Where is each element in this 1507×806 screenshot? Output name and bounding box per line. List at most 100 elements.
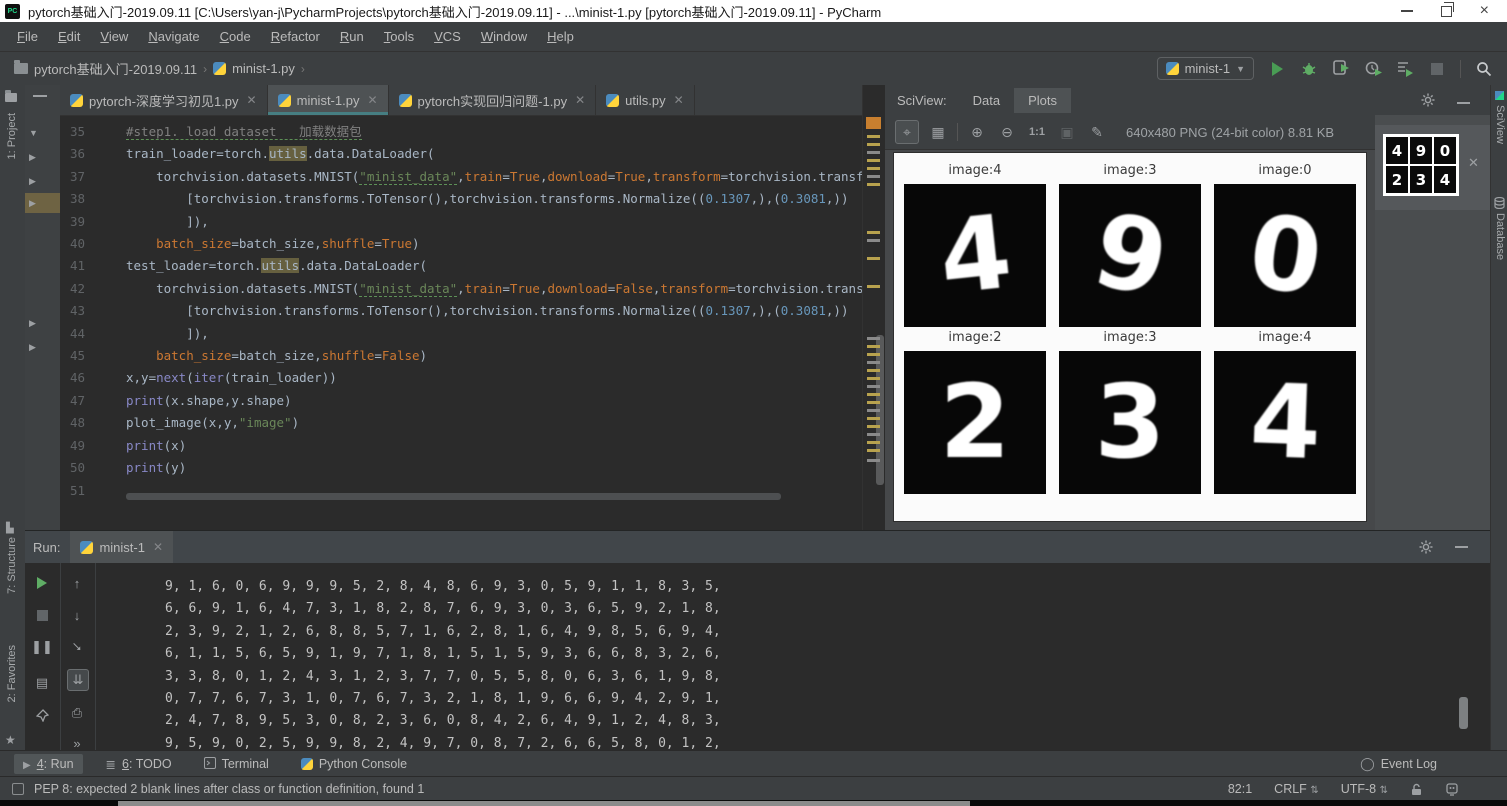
actual-size-icon[interactable]: 1:1 bbox=[1026, 121, 1048, 143]
menu-item-run[interactable]: Run bbox=[331, 26, 373, 47]
print-icon[interactable]: ⎙ bbox=[67, 703, 87, 723]
run-button[interactable] bbox=[1268, 60, 1286, 78]
editor-error-stripe[interactable] bbox=[862, 85, 886, 530]
tool-tab-sciview[interactable]: SciView bbox=[1494, 105, 1506, 144]
close-tab-icon[interactable]: ✕ bbox=[367, 93, 377, 107]
hide-panel-icon[interactable] bbox=[1455, 546, 1468, 548]
close-window-icon[interactable]: × bbox=[1480, 5, 1489, 17]
down-stack-trace-icon[interactable]: ↓ bbox=[67, 605, 87, 625]
menu-item-view[interactable]: View bbox=[91, 26, 137, 47]
close-tab-icon[interactable]: ✕ bbox=[575, 93, 585, 107]
console-scrollbar[interactable] bbox=[1459, 697, 1468, 729]
fit-to-view-icon[interactable]: ⌖ bbox=[895, 120, 919, 144]
navigation-bar: pytorch基础入门-2019.09.11 › minist-1.py › m… bbox=[0, 52, 1507, 86]
tool-tab-favorites[interactable]: 2: Favorites bbox=[6, 645, 18, 702]
close-tab-icon[interactable]: ✕ bbox=[247, 93, 257, 107]
lock-icon[interactable] bbox=[1410, 783, 1423, 796]
zoom-out-icon[interactable]: ⊖ bbox=[996, 121, 1018, 143]
inspections-hector-icon[interactable] bbox=[1445, 783, 1459, 796]
close-plot-icon[interactable]: ✕ bbox=[1468, 155, 1479, 171]
editor-horizontal-scrollbar[interactable] bbox=[126, 493, 781, 500]
code-token: 0.3081 bbox=[781, 303, 826, 318]
tool-window-button-run[interactable]: ▶4: Run bbox=[14, 754, 83, 774]
caret-position[interactable]: 82:1 bbox=[1228, 782, 1252, 796]
code-token: .data.DataLoader( bbox=[299, 258, 427, 273]
menu-item-window[interactable]: Window bbox=[472, 26, 536, 47]
gear-icon[interactable] bbox=[1421, 93, 1435, 107]
plot-thumbnail[interactable]: 490234 bbox=[1383, 134, 1459, 196]
hide-panel-icon[interactable] bbox=[33, 95, 47, 97]
code-editor[interactable]: 35#step1. load dataset 加载数据包36train_load… bbox=[60, 115, 862, 536]
tool-window-button-terminal[interactable]: Terminal bbox=[195, 754, 278, 775]
code-token: "minist_data" bbox=[359, 169, 457, 185]
code-token: True bbox=[615, 169, 645, 184]
menu-item-file[interactable]: File bbox=[8, 26, 47, 47]
pycharm-window: PC pytorch基础入门-2019.09.11 [C:\Users\yan-… bbox=[0, 0, 1507, 806]
stripe-mark bbox=[867, 425, 880, 428]
editor-tab[interactable]: minist-1.py✕ bbox=[268, 85, 389, 115]
menu-item-code[interactable]: Code bbox=[211, 26, 260, 47]
breadcrumb-project[interactable]: pytorch基础入门-2019.09.11 bbox=[14, 59, 197, 78]
plot-canvas[interactable]: image:44image:39image:00image:22image:33… bbox=[893, 152, 1367, 522]
gear-icon[interactable] bbox=[1419, 540, 1433, 554]
project-tree-node[interactable]: ▶ bbox=[25, 337, 60, 357]
minimize-window-icon[interactable] bbox=[1401, 10, 1413, 13]
editor-tab[interactable]: pytorch实现回归问题-1.py✕ bbox=[389, 85, 597, 115]
menu-item-edit[interactable]: Edit bbox=[49, 26, 89, 47]
menu-item-refactor[interactable]: Refactor bbox=[262, 26, 329, 47]
rerun-button[interactable] bbox=[32, 573, 52, 593]
event-log-button[interactable]: ◯ Event Log bbox=[1360, 756, 1507, 772]
tool-window-button-todo[interactable]: ≣6: TODO bbox=[97, 754, 181, 775]
run-with-coverage-button[interactable] bbox=[1332, 60, 1350, 78]
project-tree-node[interactable]: ▶ bbox=[25, 171, 60, 191]
tab-plots[interactable]: Plots bbox=[1014, 88, 1071, 113]
close-tab-icon[interactable]: ✕ bbox=[153, 540, 163, 554]
line-ending-selector[interactable]: CRLF ⇅ bbox=[1274, 782, 1319, 796]
run-tab[interactable]: minist-1 ✕ bbox=[70, 531, 173, 563]
edit-pen-icon[interactable]: ✎ bbox=[1086, 121, 1108, 143]
editor-tab[interactable]: utils.py✕ bbox=[596, 85, 695, 115]
encoding-selector[interactable]: UTF-8 ⇅ bbox=[1341, 782, 1388, 796]
checkbox-icon[interactable]: ▣ bbox=[1056, 121, 1078, 143]
stop-button[interactable] bbox=[32, 605, 52, 625]
project-tree-node[interactable]: ▼ bbox=[25, 123, 60, 143]
restore-layout-button[interactable]: ▤ bbox=[32, 673, 52, 693]
menu-item-help[interactable]: Help bbox=[538, 26, 583, 47]
run-console-output[interactable]: 9, 1, 6, 0, 6, 9, 9, 9, 5, 2, 8, 4, 8, 6… bbox=[95, 563, 1490, 764]
tool-tab-project[interactable]: 1: Project bbox=[6, 113, 18, 159]
tool-tab-structure[interactable]: 7: Structure bbox=[6, 537, 18, 594]
profile-button[interactable] bbox=[1364, 60, 1382, 78]
close-tab-icon[interactable]: ✕ bbox=[674, 93, 684, 107]
run-configuration-selector[interactable]: minist-1 ▼ bbox=[1157, 57, 1254, 80]
zoom-in-icon[interactable]: ⊕ bbox=[966, 121, 988, 143]
soft-wrap-icon[interactable]: ⇊ bbox=[67, 669, 89, 691]
tool-window-button-pythonconsole[interactable]: Python Console bbox=[292, 754, 416, 774]
gallery-selected-item[interactable]: 490234 ✕ bbox=[1375, 125, 1490, 210]
project-tree-node[interactable]: ▶ bbox=[25, 313, 60, 333]
grid-view-icon[interactable]: ▦ bbox=[927, 121, 949, 143]
restore-window-icon[interactable] bbox=[1441, 6, 1452, 17]
code-token: next bbox=[156, 370, 186, 385]
breadcrumb-file[interactable]: minist-1.py bbox=[213, 61, 295, 76]
menu-item-tools[interactable]: Tools bbox=[375, 26, 423, 47]
code-token: print bbox=[126, 438, 164, 453]
stop-button[interactable] bbox=[1428, 60, 1446, 78]
pause-output-button[interactable]: ❚❚ bbox=[32, 637, 52, 657]
search-everywhere-button[interactable] bbox=[1475, 60, 1493, 78]
debug-button[interactable] bbox=[1300, 60, 1318, 78]
menu-item-navigate[interactable]: Navigate bbox=[139, 26, 208, 47]
tab-data[interactable]: Data bbox=[959, 88, 1014, 113]
pin-tab-button[interactable] bbox=[32, 705, 52, 725]
project-tree-node[interactable]: ▶ bbox=[25, 147, 60, 167]
code-token: =torchvision.transforms.Compose( bbox=[721, 169, 862, 184]
hide-panel-icon[interactable] bbox=[1457, 102, 1470, 104]
menu-item-vcs[interactable]: VCS bbox=[425, 26, 470, 47]
editor-tab[interactable]: pytorch-深度学习初见1.py✕ bbox=[60, 85, 268, 115]
tool-tab-database[interactable]: Database bbox=[1494, 213, 1506, 260]
up-stack-trace-icon[interactable]: ↑ bbox=[67, 573, 87, 593]
run-anything-button[interactable] bbox=[1396, 60, 1414, 78]
scroll-to-end-icon[interactable]: ⭨ bbox=[67, 637, 87, 657]
stripe-mark bbox=[867, 143, 880, 146]
project-tree-node[interactable]: ▶ bbox=[25, 193, 60, 213]
toolwindow-toggle-icon[interactable] bbox=[12, 783, 24, 795]
